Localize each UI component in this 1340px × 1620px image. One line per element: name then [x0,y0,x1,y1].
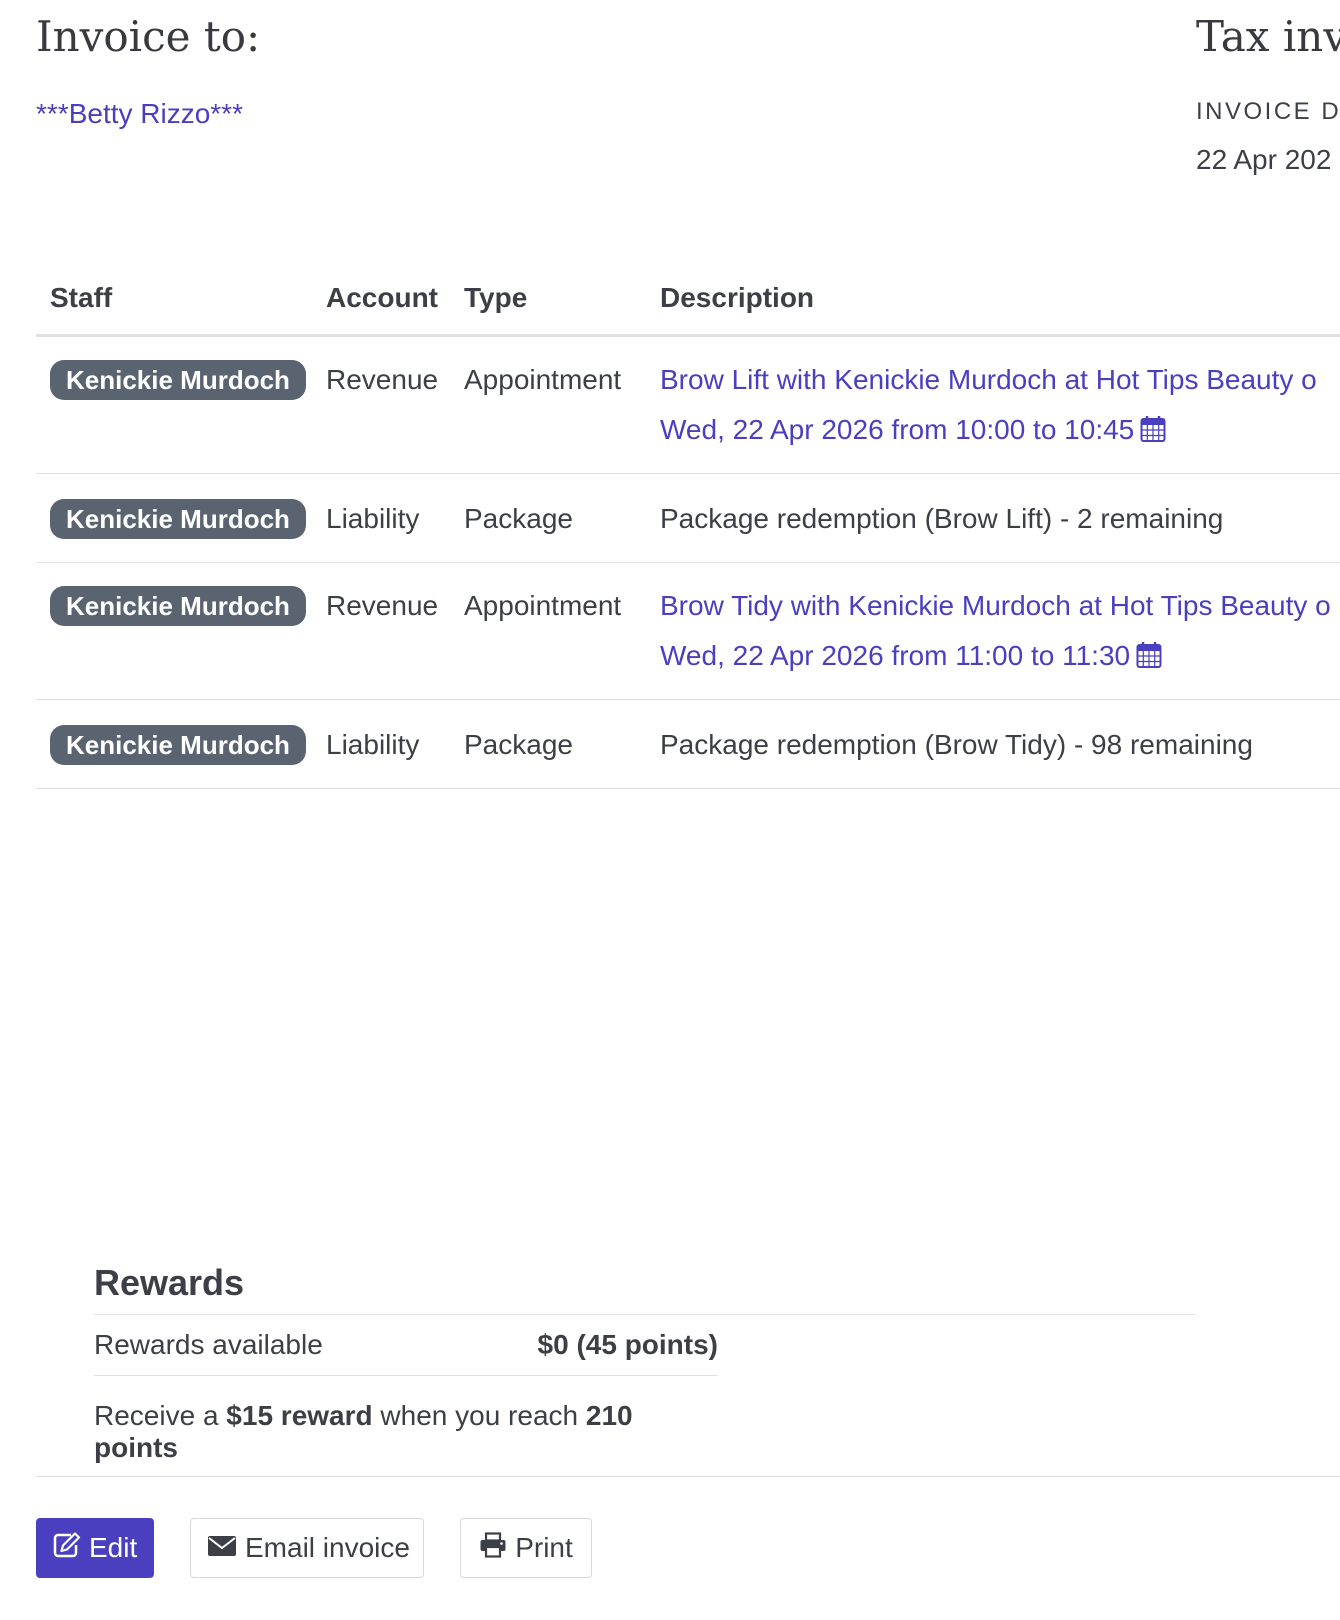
calendar-icon [1136,635,1162,685]
envelope-icon [207,1532,245,1564]
description-cell: Brow Tidy with Kenickie Murdoch at Hot T… [660,562,1340,700]
account-value: Liability [326,503,420,534]
appointment-link[interactable]: Brow Tidy with Kenickie Murdoch at Hot T… [660,581,1340,685]
staff-cell: Kenickie Murdoch [36,562,326,700]
tax-invoice-title: Tax inv [1196,12,1340,61]
account-value: Liability [326,729,420,760]
appointment-time: Wed, 22 Apr 2026 from 10:00 to 10:45 [660,414,1135,445]
staff-badge: Kenickie Murdoch [50,360,306,400]
print-label: Print [515,1532,573,1563]
rewards-available-label: Rewards available [94,1329,323,1360]
appointment-title: Brow Lift with Kenickie Murdoch at Hot T… [660,364,1317,395]
invoice-items-table: Staff Account Type Description Kenickie … [36,268,1340,789]
column-header-account: Account [326,268,464,337]
rewards-title: Rewards [94,1262,1196,1315]
account-cell: Liability [326,699,464,789]
staff-cell: Kenickie Murdoch [36,335,326,474]
account-cell: Liability [326,473,464,563]
table-row: Kenickie Murdoch Liability Package Packa… [36,473,1340,563]
email-invoice-button[interactable]: Email invoice [190,1518,424,1578]
note-prefix: Receive a [94,1400,219,1431]
footer-divider [36,1476,1340,1477]
rewards-section: Rewards Rewards available $0 (45 points)… [94,1262,1196,1464]
rewards-available-row: Rewards available $0 (45 points) [94,1315,718,1376]
table-row: Kenickie Murdoch Revenue Appointment Bro… [36,335,1340,474]
package-redemption-text: Package redemption (Brow Tidy) - 98 rema… [660,729,1253,760]
edit-icon [53,1531,89,1565]
column-header-description: Description [660,268,1340,337]
type-cell: Package [464,699,660,789]
staff-badge: Kenickie Murdoch [50,586,306,626]
rewards-next-tier-note: Receive a $15 reward when you reach 210 … [94,1400,724,1464]
staff-badge: Kenickie Murdoch [50,725,306,765]
edit-label: Edit [89,1532,138,1563]
invoice-to-title: Invoice to: [36,12,261,61]
appointment-title: Brow Tidy with Kenickie Murdoch at Hot T… [660,590,1331,621]
invoice-date-value: 22 Apr 202 [1196,144,1332,175]
description-cell: Package redemption (Brow Tidy) - 98 rema… [660,699,1340,789]
client-name-link[interactable]: ***Betty Rizzo*** [36,98,243,130]
table-row: Kenickie Murdoch Liability Package Packa… [36,699,1340,789]
staff-cell: Kenickie Murdoch [36,699,326,789]
account-value: Revenue [326,590,439,621]
staff-cell: Kenickie Murdoch [36,473,326,563]
package-redemption-text: Package redemption (Brow Lift) - 2 remai… [660,503,1224,534]
type-value: Appointment [464,364,622,395]
print-button[interactable]: Print [460,1518,592,1578]
rewards-available-value: $0 (45 points) [537,1329,718,1360]
type-value: Appointment [464,590,622,621]
calendar-icon [1140,409,1166,459]
description-cell: Package redemption (Brow Lift) - 2 remai… [660,473,1340,563]
account-cell: Revenue [326,335,464,474]
note-reward-amount: $15 reward [226,1400,373,1431]
column-header-type: Type [464,268,660,337]
appointment-time: Wed, 22 Apr 2026 from 11:00 to 11:30 [660,640,1131,671]
type-cell: Package [464,473,660,563]
column-header-staff: Staff [36,268,326,337]
account-cell: Revenue [326,562,464,700]
type-cell: Appointment [464,335,660,474]
printer-icon [479,1531,515,1565]
table-row: Kenickie Murdoch Revenue Appointment Bro… [36,562,1340,700]
appointment-link[interactable]: Brow Lift with Kenickie Murdoch at Hot T… [660,355,1340,459]
invoice-date-label: INVOICE D [1196,98,1340,125]
table-header-row: Staff Account Type Description [36,268,1340,337]
email-invoice-label: Email invoice [245,1532,410,1563]
staff-badge: Kenickie Murdoch [50,499,306,539]
type-value: Package [464,729,573,760]
type-value: Package [464,503,573,534]
edit-button[interactable]: Edit [36,1518,154,1578]
note-middle: when you reach [380,1400,579,1431]
type-cell: Appointment [464,562,660,700]
description-cell: Brow Lift with Kenickie Murdoch at Hot T… [660,335,1340,474]
account-value: Revenue [326,364,439,395]
